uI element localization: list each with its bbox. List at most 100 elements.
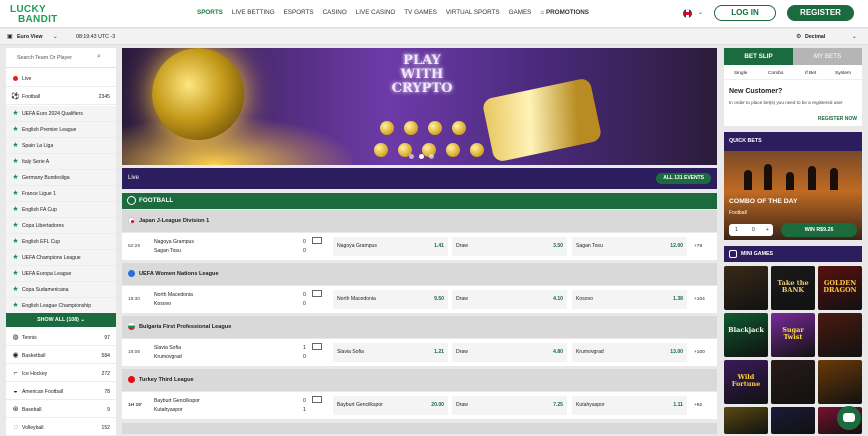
game-tile[interactable] bbox=[771, 407, 815, 434]
sidebar-league-item[interactable]: ★ Spain La Liga bbox=[6, 138, 116, 154]
star-icon[interactable]: ★ bbox=[11, 221, 20, 230]
win-button[interactable]: WIN R$9.26 bbox=[781, 223, 857, 237]
carousel-dot[interactable] bbox=[429, 154, 434, 159]
match-row[interactable]: 1H 19' Bayburt Gencilkspor Kutahyaspor 0… bbox=[122, 392, 717, 419]
game-tile[interactable]: Wild Fortune bbox=[724, 360, 768, 404]
carousel-dot[interactable] bbox=[409, 154, 414, 159]
league-header[interactable]: Japan J-League Division 1 bbox=[122, 210, 717, 232]
odd-away-button[interactable]: Sagan Tosu 12.00 bbox=[572, 237, 687, 256]
sidebar-league-item[interactable]: ★ English League Championship bbox=[6, 298, 116, 314]
stats-icon[interactable] bbox=[312, 237, 322, 244]
star-icon[interactable]: ★ bbox=[11, 109, 20, 118]
stats-icon[interactable] bbox=[312, 343, 322, 350]
sidebar-league-item[interactable]: ★ Germany Bundesliga bbox=[6, 170, 116, 186]
stats-icon[interactable] bbox=[312, 290, 322, 297]
game-tile[interactable]: GOLDEN DRAGON bbox=[818, 266, 862, 310]
star-icon[interactable]: ★ bbox=[11, 285, 20, 294]
star-icon[interactable]: ★ bbox=[11, 301, 20, 310]
more-markets-link[interactable]: +104 bbox=[694, 297, 705, 302]
league-header[interactable]: Bulgaria First Professional League bbox=[122, 316, 717, 338]
odd-draw-button[interactable]: Draw 7.25 bbox=[452, 396, 567, 415]
game-tile[interactable]: Sugar Twist bbox=[771, 313, 815, 357]
sidebar-league-item[interactable]: ★ Copa Sudamericana bbox=[6, 282, 116, 298]
sidebar-league-item[interactable]: ★ Copa Libertadores bbox=[6, 218, 116, 234]
sidebar-league-item[interactable]: ★ UEFA Champions League bbox=[6, 250, 116, 266]
plus-icon[interactable]: + bbox=[766, 227, 769, 233]
sidebar-item-tennis[interactable]: ◍ Tennis 97 bbox=[6, 330, 116, 346]
nav-tv-games[interactable]: TV GAMES bbox=[404, 9, 437, 16]
nav-virtual-sports[interactable]: VIRTUAL SPORTS bbox=[446, 9, 500, 16]
register-button[interactable]: REGISTER bbox=[787, 5, 854, 21]
sidebar-league-item[interactable]: ★ UEFA Europa League bbox=[6, 266, 116, 282]
sidebar-item-baseball[interactable]: ⊛ Baseball 9 bbox=[6, 402, 116, 418]
carousel-dot[interactable] bbox=[419, 154, 424, 159]
show-all-button[interactable]: SHOW ALL (108) ⌄ bbox=[6, 313, 116, 327]
bet-type-system[interactable]: System bbox=[835, 71, 851, 76]
game-tile[interactable] bbox=[818, 313, 862, 357]
game-tile[interactable] bbox=[724, 266, 768, 310]
register-now-link[interactable]: REGISTER NOW bbox=[818, 116, 857, 122]
promo-banner[interactable]: PLAY WITH CRYPTO bbox=[122, 48, 717, 165]
sidebar-item-football[interactable]: ⚽ Football 2345 bbox=[6, 89, 116, 105]
game-tile[interactable] bbox=[771, 360, 815, 404]
sidebar-item-live[interactable]: Live bbox=[6, 71, 116, 87]
odd-draw-button[interactable]: Draw 4.10 bbox=[452, 290, 567, 309]
search-input[interactable]: Search Team Or Player bbox=[17, 55, 72, 61]
league-header-partial[interactable] bbox=[122, 423, 717, 434]
match-row[interactable]: 18:30 North Macedonia Kosovo 0 0 North M… bbox=[122, 286, 717, 313]
game-tile[interactable]: Take the BANK bbox=[771, 266, 815, 310]
chevron-down-icon[interactable]: ⌄ bbox=[53, 34, 57, 40]
sidebar-league-item[interactable]: ★ English FA Cup bbox=[6, 202, 116, 218]
chevron-down-icon[interactable]: ⌄ bbox=[852, 34, 856, 40]
chat-button[interactable] bbox=[837, 406, 861, 430]
bet-type-if-bet[interactable]: If Bet bbox=[805, 71, 816, 76]
odd-home-button[interactable]: Nagoya Grampus 1.41 bbox=[333, 237, 448, 256]
star-icon[interactable]: ★ bbox=[11, 237, 20, 246]
game-tile[interactable] bbox=[724, 407, 768, 434]
odd-home-button[interactable]: Slavia Sofia 1.21 bbox=[333, 343, 448, 362]
more-markets-link[interactable]: +79 bbox=[694, 244, 702, 249]
stats-icon[interactable] bbox=[312, 396, 322, 403]
game-tile[interactable] bbox=[818, 360, 862, 404]
star-icon[interactable]: ★ bbox=[11, 125, 20, 134]
logo[interactable]: LUCKY BANDIT bbox=[10, 4, 72, 25]
nav-casino[interactable]: CASINO bbox=[323, 9, 347, 16]
star-icon[interactable]: ★ bbox=[11, 141, 20, 150]
sidebar-league-item[interactable]: ★ Italy Serie A bbox=[6, 154, 116, 170]
view-select[interactable]: Euro View bbox=[17, 34, 43, 40]
star-icon[interactable]: ★ bbox=[11, 157, 20, 166]
star-icon[interactable]: ★ bbox=[11, 205, 20, 214]
all-events-button[interactable]: ALL 131 EVENTS bbox=[656, 173, 711, 184]
nav-promotions[interactable]: ⌂ PROMOTIONS bbox=[540, 9, 589, 16]
more-markets-link[interactable]: +100 bbox=[694, 350, 705, 355]
nav-live-betting[interactable]: LIVE BETTING bbox=[232, 9, 275, 16]
bet-type-single[interactable]: Single bbox=[734, 71, 747, 76]
nav-sports[interactable]: SPORTS bbox=[197, 9, 223, 16]
star-icon[interactable]: ★ bbox=[11, 253, 20, 262]
match-row[interactable]: 52:29 Nagoya Grampus Sagan Tosu 0 0 Nago… bbox=[122, 233, 717, 260]
login-button[interactable]: LOG IN bbox=[714, 5, 776, 21]
odd-home-button[interactable]: Bayburt Gencilkspor 20.00 bbox=[333, 396, 448, 415]
search-box[interactable]: Search Team Or Player ⌕ bbox=[6, 48, 116, 68]
odd-draw-button[interactable]: Draw 3.50 bbox=[452, 237, 567, 256]
more-markets-link[interactable]: +92 bbox=[694, 403, 702, 408]
sidebar-item-american-football[interactable]: ◒ American Football 78 bbox=[6, 384, 116, 400]
star-icon[interactable]: ★ bbox=[11, 189, 20, 198]
tab-bet-slip[interactable]: BET SLIP bbox=[724, 48, 793, 65]
bet-type-combo[interactable]: Combo bbox=[768, 71, 783, 76]
sidebar-league-item[interactable]: ★ English Premier League bbox=[6, 122, 116, 138]
nav-live-casino[interactable]: LIVE CASINO bbox=[356, 9, 396, 16]
search-icon[interactable]: ⌕ bbox=[97, 53, 101, 61]
sidebar-league-item[interactable]: ★ UEFA Euro 2024 Qualifiers bbox=[6, 106, 116, 122]
match-row[interactable]: 18:05 Slavia Sofia Krumovgrad 1 0 Slavia… bbox=[122, 339, 717, 366]
sidebar-item-basketball[interactable]: ◉ Basketball 584 bbox=[6, 348, 116, 364]
stake-stepper[interactable]: 1 0 + bbox=[729, 224, 773, 236]
league-header[interactable]: Turkey Third League bbox=[122, 369, 717, 391]
league-header[interactable]: UEFA Women Nations League bbox=[122, 263, 717, 285]
odds-format-select[interactable]: Decimal bbox=[805, 34, 825, 40]
odd-away-button[interactable]: Kosovo 1.38 bbox=[572, 290, 687, 309]
sidebar-league-item[interactable]: ★ English EFL Cup bbox=[6, 234, 116, 250]
sidebar-league-item[interactable]: ★ France Ligue 1 bbox=[6, 186, 116, 202]
nav-esports[interactable]: ESPORTS bbox=[284, 9, 314, 16]
odd-draw-button[interactable]: Draw 4.80 bbox=[452, 343, 567, 362]
